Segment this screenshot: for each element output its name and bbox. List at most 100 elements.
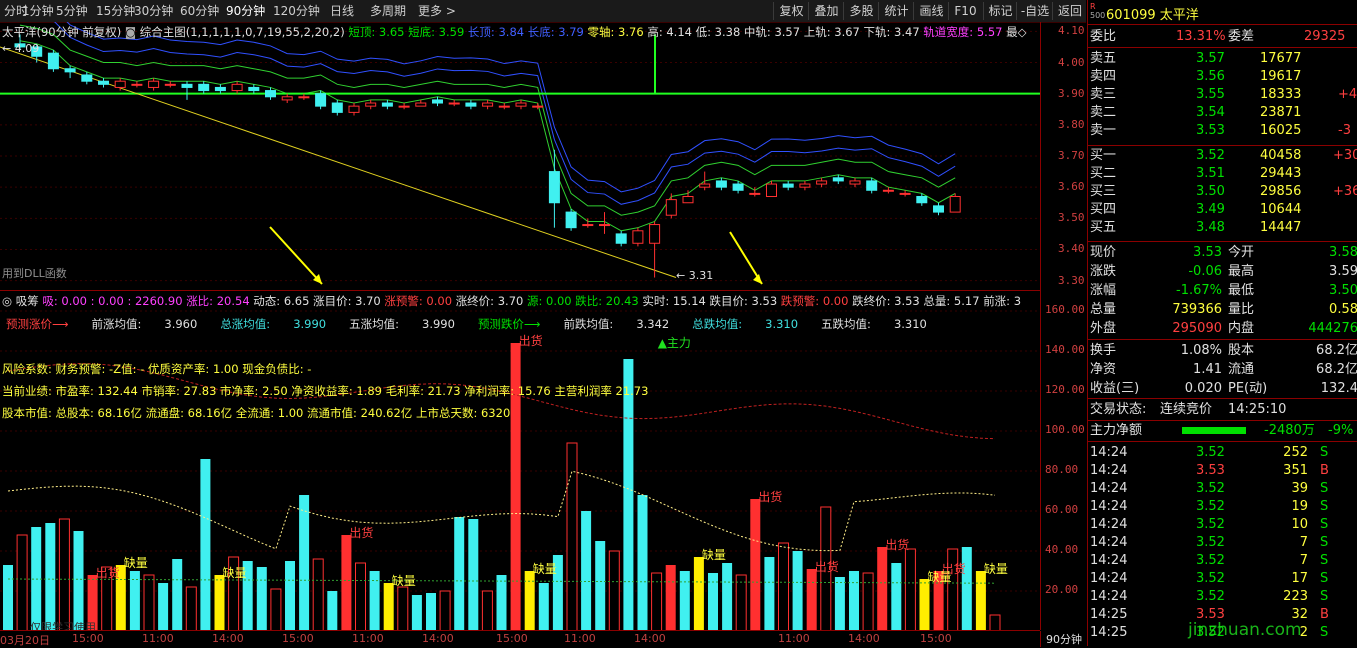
stat-label: 总量 bbox=[1090, 302, 1117, 317]
stat-row: 外盘 295090 内盘 444276 bbox=[1088, 320, 1357, 338]
toolbar-button-0[interactable]: 复权 bbox=[773, 2, 809, 20]
forecast-item-3: 总涨均值: bbox=[220, 317, 294, 331]
period-5[interactable]: 60分钟 bbox=[180, 3, 219, 19]
forecast-item-6: 3.990 bbox=[422, 317, 478, 331]
divider bbox=[1088, 47, 1357, 48]
forecast-item-8: 前跌均值: bbox=[563, 317, 637, 331]
ask-label: 卖四 bbox=[1090, 69, 1117, 84]
period-toolbar: 分时 1分钟 5分钟 15分钟 30分钟 60分钟 90分钟 120分钟 日线 多周期 更多 > 复权… bbox=[0, 0, 1086, 23]
bid-change: +36 bbox=[1333, 184, 1357, 199]
stat2-value-2: 68.2亿 bbox=[1316, 343, 1357, 358]
stat2-label: 换手 bbox=[1090, 343, 1117, 358]
volume-bar bbox=[185, 586, 197, 631]
period-8[interactable]: 日线 bbox=[330, 3, 354, 19]
toolbar-button-3[interactable]: 统计 bbox=[878, 2, 914, 20]
divider bbox=[1088, 24, 1357, 25]
toolbar-button-7[interactable]: -自选 bbox=[1016, 2, 1053, 20]
ask-change: -3 bbox=[1338, 123, 1351, 138]
time-label: 14:00 bbox=[634, 632, 666, 645]
candle bbox=[782, 183, 794, 188]
candle bbox=[866, 180, 878, 191]
tick-volume: 223 bbox=[1283, 589, 1308, 604]
weibi-value: 13.31% bbox=[1176, 29, 1226, 44]
stat2-row: 换手 1.08% 股本 68.2亿 bbox=[1088, 342, 1357, 360]
candle bbox=[164, 83, 176, 86]
tick-price: 3.52 bbox=[1196, 553, 1225, 568]
forecast-item-7: 预测跌价⟶ bbox=[477, 317, 564, 331]
volume-bar bbox=[834, 577, 845, 631]
volume-bar bbox=[214, 575, 225, 631]
weibi-label: 委比 bbox=[1090, 29, 1117, 44]
divider bbox=[1088, 441, 1357, 442]
header-item-0: 短顶: 3.65 bbox=[348, 25, 405, 39]
ask-label: 卖二 bbox=[1090, 105, 1117, 120]
toolbar-button-5[interactable]: F10 bbox=[948, 2, 982, 20]
bid-volume: 29856 bbox=[1260, 184, 1302, 199]
price-axis-label: 4.10 bbox=[1058, 24, 1085, 38]
toolbar-button-6[interactable]: 标记 bbox=[983, 2, 1017, 20]
divider bbox=[1088, 339, 1357, 340]
main-force-mark: ▲主力 bbox=[658, 336, 691, 350]
stat-row: 涨跌 -0.06 最高 3.59 bbox=[1088, 263, 1357, 281]
period-10[interactable]: 更多 > bbox=[418, 3, 456, 19]
stat-label-2: 内盘 bbox=[1228, 321, 1255, 336]
collapse-icon[interactable]: ◙ bbox=[125, 25, 136, 39]
period-4[interactable]: 30分钟 bbox=[134, 3, 173, 19]
volume-bar bbox=[129, 571, 140, 631]
bid-change: +30 bbox=[1333, 148, 1357, 163]
ind-item-11: 跌预警: 0.00 bbox=[780, 294, 853, 308]
indicator-header-line2: 预测涨价⟶ 前涨均值: 3.960 总涨均值: 3.990 五涨均值: 3.99… bbox=[6, 316, 950, 332]
tick-side: S bbox=[1320, 499, 1329, 514]
time-label: 14:00 bbox=[212, 632, 244, 645]
stock-name: 太平洋 bbox=[1159, 8, 1199, 23]
header-tail[interactable]: 最◇ bbox=[1006, 25, 1026, 39]
stat-value: 295090 bbox=[1172, 321, 1222, 336]
toolbar-button-1[interactable]: 叠加 bbox=[808, 2, 844, 20]
stat-row: 现价 3.53 今开 3.58 bbox=[1088, 244, 1357, 262]
ind-item-8: 跌比: 20.43 bbox=[575, 294, 643, 308]
period-tag[interactable]: 90分钟 bbox=[1040, 631, 1087, 647]
volume-bar bbox=[285, 561, 295, 631]
toolbar-button-2[interactable]: 多股 bbox=[843, 2, 879, 20]
sell-mark: 出货 bbox=[885, 537, 909, 552]
stat-label-2: 最低 bbox=[1228, 283, 1255, 298]
candle bbox=[47, 52, 59, 70]
period-9[interactable]: 多周期 bbox=[370, 3, 406, 19]
header-item-2: 长顶: 3.84 bbox=[464, 25, 525, 39]
stat2-value: 0.020 bbox=[1184, 381, 1222, 396]
period-1[interactable]: 1分钟 bbox=[22, 3, 54, 19]
tick-row: 14:24 3.52 223 S bbox=[1088, 588, 1357, 606]
toolbar-button-4[interactable]: 画线 bbox=[913, 2, 949, 20]
indicator-name[interactable]: 综合主图(1,1,1,1,1,0,7,19,55,2,20,2) bbox=[140, 25, 345, 39]
tick-time: 14:24 bbox=[1090, 481, 1128, 496]
stat2-label-2: PE(动) bbox=[1228, 381, 1268, 396]
bid-label: 买三 bbox=[1090, 184, 1117, 199]
tick-row: 14:24 3.53 351 B bbox=[1088, 462, 1357, 480]
volume-chart[interactable]: 出货出货出货出货出货出货出货缺量缺量缺量缺量缺量缺量缺量▲主力 bbox=[0, 291, 1040, 631]
period-6[interactable]: 90分钟 bbox=[226, 3, 265, 19]
volume-bar bbox=[750, 499, 761, 631]
period-3[interactable]: 15分钟 bbox=[96, 3, 135, 19]
tick-time: 14:24 bbox=[1090, 589, 1128, 604]
volume-bar bbox=[735, 574, 747, 631]
bid-price: 3.51 bbox=[1196, 166, 1225, 181]
ask-row: 卖四 3.56 19617 bbox=[1088, 68, 1357, 86]
volume-bar bbox=[411, 595, 422, 631]
indicator-pane[interactable]: 出货 出货 出货 出货 出货 出货 出货 缺量 缺量 缺量 缺量 缺量 缺量 缺量 ▲主力 ◎ 吸筹 吸: … bbox=[0, 290, 1040, 631]
bid-volume: 29443 bbox=[1260, 166, 1302, 181]
price-axis-label: 3.80 bbox=[1058, 117, 1085, 131]
period-2[interactable]: 5分钟 bbox=[56, 3, 88, 19]
stat-value-2: 3.50 bbox=[1329, 283, 1357, 298]
main-chart-pane[interactable]: 太平洋(90分钟 前复权) ◙ 综合主图(1,1,1,1,1,0,7,19,55… bbox=[0, 22, 1040, 290]
period-7[interactable]: 120分钟 bbox=[273, 3, 320, 19]
bid-label: 买二 bbox=[1090, 166, 1117, 181]
tick-row: 14:24 3.52 17 S bbox=[1088, 570, 1357, 588]
volume-bar bbox=[439, 590, 451, 631]
stat-value: 3.53 bbox=[1193, 245, 1222, 260]
toolbar-button-8[interactable]: 返回 bbox=[1052, 2, 1087, 20]
candlestick-chart[interactable] bbox=[0, 22, 1040, 290]
tick-price: 3.52 bbox=[1196, 517, 1225, 532]
volume-bar bbox=[637, 495, 648, 631]
tick-side: B bbox=[1320, 463, 1329, 478]
bid-price: 3.52 bbox=[1196, 148, 1225, 163]
